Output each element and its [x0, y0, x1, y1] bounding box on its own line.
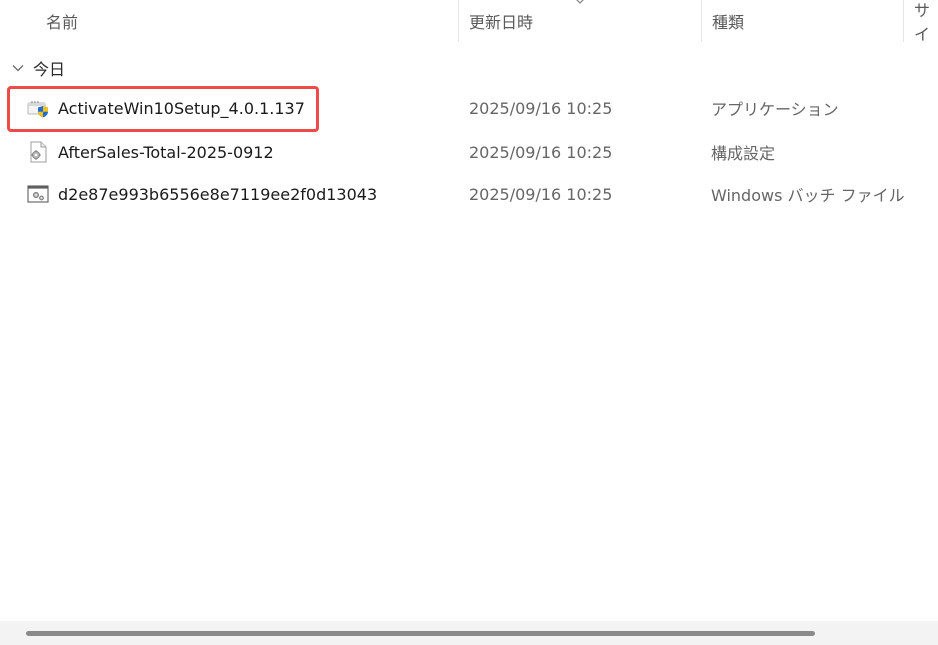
file-type-cell: アプリケーション: [711, 90, 911, 126]
column-divider[interactable]: [903, 0, 904, 42]
file-row[interactable]: d2e87e993b6556e8e7119ee2f0d13043 2025/09…: [0, 176, 938, 212]
file-name-cell[interactable]: d2e87e993b6556e8e7119ee2f0d13043: [27, 176, 447, 212]
file-date-text: 2025/09/16 10:25: [469, 184, 613, 204]
column-header-type-label: 種類: [712, 13, 745, 32]
file-row[interactable]: AfterSales-Total-2025-0912 2025/09/16 10…: [0, 134, 938, 170]
file-date-text: 2025/09/16 10:25: [469, 98, 613, 118]
file-date-cell: 2025/09/16 10:25: [469, 90, 699, 126]
file-type-cell: 構成設定: [711, 134, 911, 170]
column-header-name[interactable]: 名前: [46, 0, 456, 42]
file-name-text: d2e87e993b6556e8e7119ee2f0d13043: [58, 184, 378, 204]
file-type-text: アプリケーション: [711, 100, 839, 119]
chevron-down-icon[interactable]: [11, 61, 25, 75]
application-installer-icon: [27, 101, 48, 118]
horizontal-scrollbar-thumb[interactable]: [26, 631, 815, 636]
column-divider[interactable]: [458, 0, 459, 42]
batch-file-icon: [27, 185, 49, 203]
file-row[interactable]: ActivateWin10Setup_4.0.1.137 2025/09/16 …: [0, 90, 938, 126]
column-header-size-label: サイ: [914, 1, 931, 42]
column-header-date-modified-label: 更新日時: [469, 13, 534, 32]
file-explorer-details-view: 名前 更新日時 種類 サイ 今日 ActivateWin10Setup_4.0.…: [0, 0, 938, 645]
column-divider[interactable]: [701, 0, 702, 42]
file-date-cell: 2025/09/16 10:25: [469, 176, 699, 212]
file-name-text: AfterSales-Total-2025-0912: [58, 142, 274, 162]
column-header-date-modified[interactable]: 更新日時: [469, 0, 699, 42]
column-header-type[interactable]: 種類: [712, 0, 902, 42]
column-header-name-label: 名前: [46, 13, 79, 32]
group-header-label: 今日: [33, 60, 66, 79]
column-header-size[interactable]: サイ: [914, 0, 938, 42]
file-name-text: ActivateWin10Setup_4.0.1.137: [58, 98, 305, 118]
file-name-cell[interactable]: AfterSales-Total-2025-0912: [27, 134, 447, 170]
column-header-row: 名前 更新日時 種類 サイ: [0, 0, 938, 42]
file-type-text: 構成設定: [711, 144, 776, 163]
file-date-cell: 2025/09/16 10:25: [469, 134, 699, 170]
file-date-text: 2025/09/16 10:25: [469, 142, 613, 162]
file-type-cell: Windows バッチ ファイル: [711, 176, 911, 212]
config-settings-file-icon: [30, 141, 47, 163]
group-header-today[interactable]: 今日: [0, 54, 65, 82]
file-name-cell[interactable]: ActivateWin10Setup_4.0.1.137: [27, 90, 447, 126]
file-type-text: Windows バッチ ファイル: [711, 186, 905, 205]
